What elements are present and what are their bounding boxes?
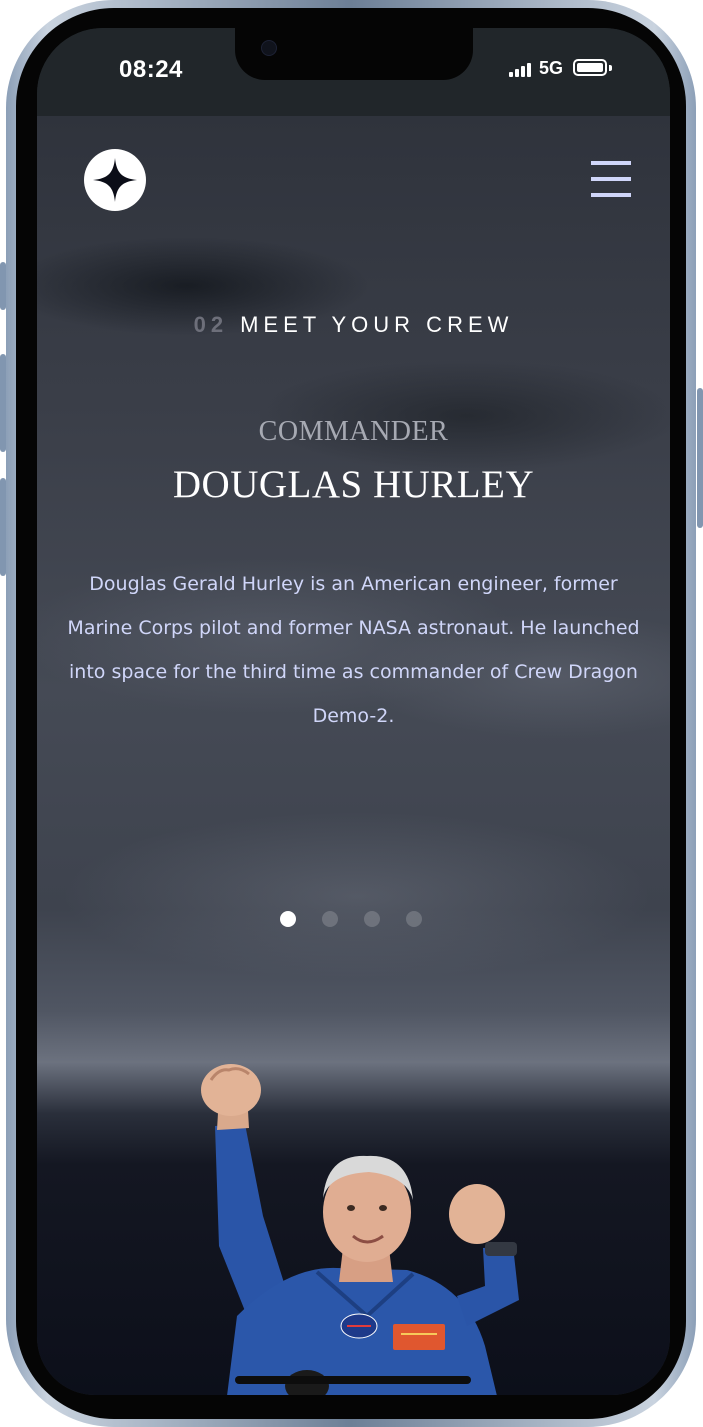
crew-role: COMMANDER — [258, 416, 449, 447]
signal-bars-icon — [509, 63, 533, 77]
star-logo-icon[interactable] — [84, 149, 146, 211]
battery-fill — [577, 63, 603, 72]
network-label: 5G — [539, 58, 564, 78]
crew-page: 02 MEET YOUR CREW COMMANDER DOUGLAS HURLE… — [37, 116, 670, 1395]
side-button-volume-down — [0, 478, 6, 576]
screen: 08:24 5G 02 MEET YOUR CREW COMMANDER DOU… — [37, 28, 670, 1395]
camera-icon — [261, 40, 277, 56]
crew-pagination — [280, 911, 428, 927]
crew-image — [167, 986, 547, 1395]
side-button-volume-up — [0, 354, 6, 452]
pagination-dot-2[interactable] — [322, 911, 338, 927]
section-heading: 02 MEET YOUR CREW — [37, 312, 670, 338]
pagination-dot-1[interactable] — [280, 911, 296, 927]
side-button-silent — [0, 262, 6, 310]
status-bar: 08:24 5G — [37, 28, 670, 116]
crew-name: DOUGLAS HURLEY — [172, 463, 535, 506]
section-number: 02 — [193, 312, 229, 337]
status-time: 08:24 — [119, 56, 183, 83]
notch — [235, 28, 473, 80]
battery-icon — [573, 59, 607, 76]
home-indicator[interactable] — [235, 1376, 471, 1384]
pagination-dot-3[interactable] — [364, 911, 380, 927]
pagination-dot-4[interactable] — [406, 911, 422, 927]
section-title: MEET YOUR CREW — [240, 312, 514, 337]
crew-bio: Douglas Gerald Hurley is an American eng… — [67, 573, 640, 727]
battery-tip — [609, 65, 612, 71]
hamburger-menu-icon[interactable] — [591, 161, 631, 197]
side-button-power — [697, 388, 703, 528]
